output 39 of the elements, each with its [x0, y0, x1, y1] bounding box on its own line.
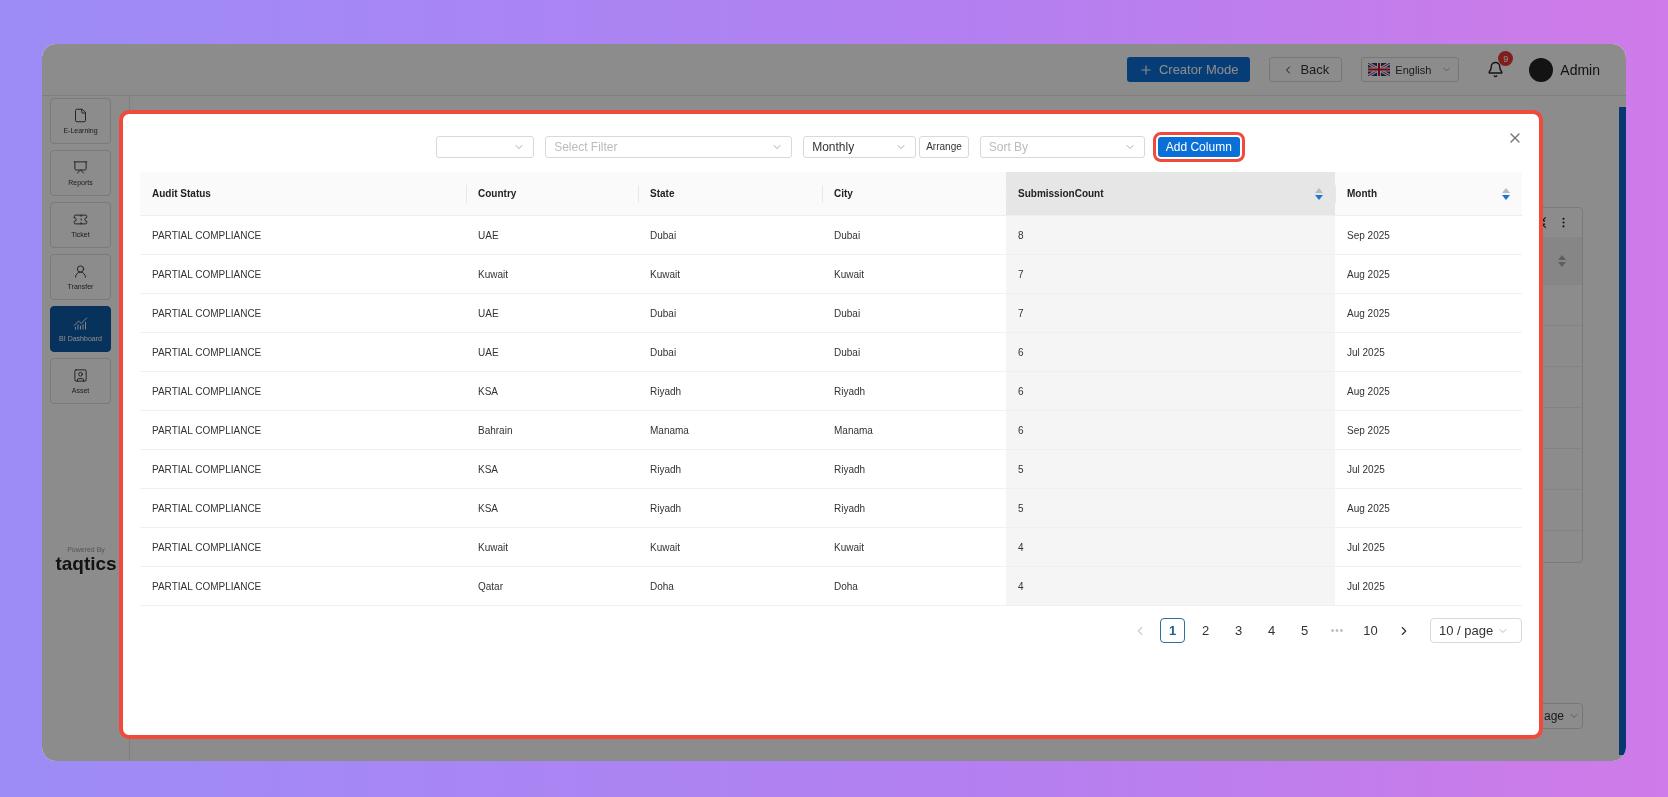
table-cell: 6 [1006, 333, 1335, 372]
table-cell: 6 [1006, 411, 1335, 450]
user-card-icon [73, 368, 88, 383]
column-header: State [638, 172, 822, 216]
brand-logo: taqtics [55, 553, 117, 575]
flag-icon [1368, 63, 1391, 76]
table-cell: 7 [1006, 294, 1335, 333]
column-header: Audit Status [140, 172, 466, 216]
back-button[interactable]: Back [1269, 57, 1343, 82]
arrange-button[interactable]: Arrange [919, 135, 969, 158]
plus-icon [1138, 62, 1153, 77]
presentation-icon [73, 160, 88, 175]
creator-mode-button[interactable]: Creator Mode [1126, 57, 1251, 82]
bell-icon[interactable] [1487, 61, 1505, 78]
person-icon [73, 264, 88, 279]
column-header: City [822, 172, 1006, 216]
table-cell: 4 [1006, 528, 1335, 567]
column-header: Country [466, 172, 638, 216]
user-name: Admin [1560, 61, 1600, 78]
table-cell: 5 [1006, 489, 1335, 528]
column-header: Month [1335, 172, 1522, 216]
table-cell: 4 [1006, 567, 1335, 606]
table-cell: 6 [1006, 372, 1335, 411]
ticket-icon [73, 212, 88, 227]
page-size-select[interactable]: 10 / page [1430, 618, 1522, 643]
page-button[interactable]: 1 [1160, 618, 1185, 643]
document-icon [73, 108, 88, 123]
sort-icon[interactable] [1315, 187, 1323, 200]
column-header: SubmissionCount [1006, 172, 1335, 216]
chart-icon [73, 316, 88, 331]
notification-badge: 9 [1498, 51, 1514, 66]
avatar[interactable] [1529, 57, 1554, 82]
period-select[interactable]: Monthly [803, 135, 917, 158]
language-select[interactable]: English [1361, 57, 1460, 82]
table-cell: 7 [1006, 255, 1335, 294]
sort-icon[interactable] [1502, 187, 1510, 200]
table-cell: 8 [1006, 216, 1335, 255]
table-cell: 5 [1006, 450, 1335, 489]
select-field[interactable] [436, 135, 535, 158]
